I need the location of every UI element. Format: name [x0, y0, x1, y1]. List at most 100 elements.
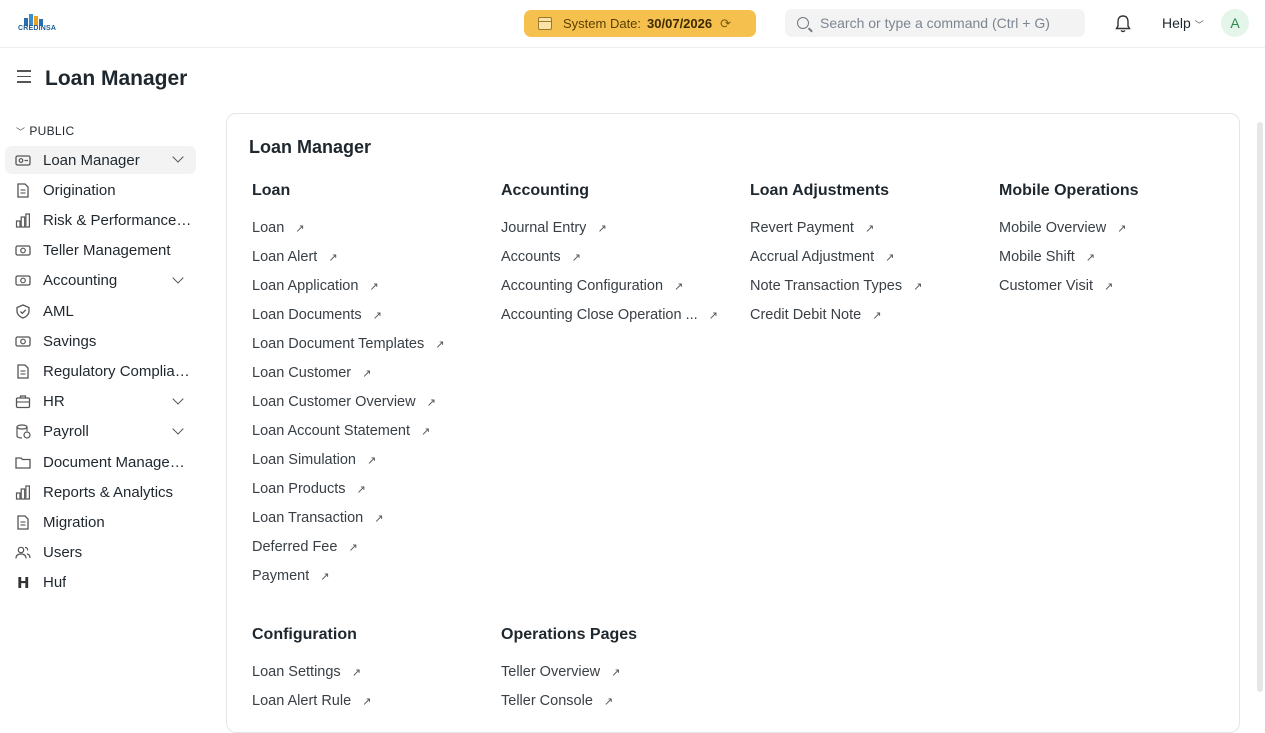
chevron-down-icon[interactable]	[172, 272, 184, 284]
sidebar-item-loan-manager[interactable]: Loan Manager	[5, 146, 196, 174]
sidebar-item-reports-analytics[interactable]: Reports & Analytics	[5, 478, 196, 506]
app-logo[interactable]: CREDINSA	[18, 12, 58, 34]
sidebar-section-header[interactable]: ﹀ PUBLIC	[16, 124, 74, 138]
sidebar-item-migration[interactable]: Migration	[5, 508, 196, 536]
section-title: Loan Adjustments	[750, 182, 889, 199]
sidebar-item-users[interactable]: Users	[5, 539, 196, 567]
shortcut-link[interactable]: Loan Customer ↗	[252, 365, 482, 394]
help-dropdown[interactable]: Help ﹀	[1162, 15, 1204, 31]
shortcut-link-label: Journal Entry	[501, 220, 587, 236]
avatar[interactable]: A	[1221, 9, 1249, 37]
shortcut-link[interactable]: Loan Application ↗	[252, 278, 482, 307]
shortcut-link[interactable]: Mobile Overview ↗	[999, 220, 1229, 249]
shortcut-link[interactable]: Loan Transaction ↗	[252, 510, 482, 539]
shortcut-link[interactable]: Loan Documents ↗	[252, 307, 482, 336]
refresh-icon[interactable]: ⟳	[720, 16, 731, 32]
shortcut-link[interactable]: Loan ↗	[252, 220, 482, 249]
scrollbar[interactable]	[1257, 122, 1263, 692]
shortcut-link[interactable]: Teller Overview ↗	[501, 664, 731, 693]
sidebar-item-label: AML	[43, 302, 74, 320]
shortcut-link[interactable]: Teller Console ↗	[501, 693, 731, 722]
menu-icon[interactable]	[17, 70, 33, 84]
shortcut-link[interactable]: Journal Entry ↗	[501, 220, 731, 249]
sidebar-item-document-managem[interactable]: Document Managem...	[5, 448, 196, 476]
sidebar-item-aml[interactable]: AML	[5, 297, 196, 325]
sidebar-item-huf[interactable]: H Huf	[5, 569, 196, 597]
document-icon	[15, 364, 31, 379]
chevron-down-icon[interactable]	[172, 392, 184, 405]
shortcut-link[interactable]: Customer Visit ↗	[999, 278, 1229, 307]
shortcut-link[interactable]: Loan Simulation ↗	[252, 452, 482, 481]
arrow-up-right-icon: ↗	[421, 426, 431, 438]
arrow-up-right-icon: ↗	[435, 339, 445, 351]
bar-chart-icon	[15, 213, 31, 228]
document-icon	[15, 183, 31, 198]
logo-graphic-icon	[24, 14, 43, 26]
shortcut-link[interactable]: Note Transaction Types ↗	[750, 278, 980, 307]
folder-icon	[15, 455, 31, 470]
sidebar-item-label: Loan Manager	[43, 151, 140, 169]
sidebar-item-regulatory-complian[interactable]: Regulatory Complian...	[5, 357, 196, 385]
document-icon	[15, 515, 31, 530]
arrow-up-right-icon: ↗	[597, 223, 607, 235]
sidebar-item-label: Payroll	[43, 423, 89, 441]
shortcut-link[interactable]: Credit Debit Note ↗	[750, 307, 980, 336]
sidebar-item-label: Accounting	[43, 272, 118, 290]
section-loan: Loan Loan ↗ Loan Alert ↗ Loan Application ↗ Loa…	[252, 182, 482, 597]
shortcut-link[interactable]: Accounts ↗	[501, 249, 731, 278]
page-header: Loan Manager	[0, 48, 1265, 108]
search-input[interactable]: Search or type a command (Ctrl + G)	[785, 9, 1085, 37]
sidebar-item-origination[interactable]: Origination	[5, 176, 196, 204]
shortcut-link[interactable]: Loan Alert Rule ↗	[252, 693, 482, 722]
shortcut-link[interactable]: Accrual Adjustment ↗	[750, 249, 980, 278]
money-icon	[15, 334, 31, 349]
sidebar-item-accounting[interactable]: Accounting	[5, 267, 196, 295]
shortcut-link-label: Accounting Configuration	[501, 278, 664, 294]
shortcut-link-label: Accrual Adjustment	[750, 249, 875, 265]
chevron-down-icon[interactable]	[172, 423, 184, 435]
sidebar-item-savings[interactable]: Savings	[5, 327, 196, 355]
shortcut-link[interactable]: Loan Customer Overview ↗	[252, 394, 482, 423]
shortcut-link[interactable]: Loan Account Statement ↗	[252, 423, 482, 452]
arrow-up-right-icon: ↗	[328, 252, 338, 264]
shortcut-link[interactable]: Mobile Shift ↗	[999, 249, 1229, 278]
logo-text: CREDINSA	[18, 25, 57, 32]
sidebar-section-label: PUBLIC	[29, 124, 75, 138]
chevron-down-icon[interactable]	[172, 151, 184, 163]
arrow-up-right-icon: ↗	[603, 696, 614, 708]
sidebar-item-label: HR	[43, 393, 65, 411]
sidebar-item-hr[interactable]: HR	[5, 388, 196, 416]
letter-h-icon: H	[15, 574, 31, 592]
shortcut-link[interactable]: Loan Document Templates ↗	[252, 336, 482, 365]
page-title: Loan Manager	[45, 67, 188, 90]
arrow-up-right-icon: ↗	[348, 542, 358, 554]
bell-icon[interactable]	[1114, 14, 1132, 34]
arrow-up-right-icon: ↗	[351, 667, 361, 679]
sidebar-item-label: Migration	[43, 513, 105, 531]
money-icon	[15, 243, 31, 258]
shortcut-link-label: Teller Overview	[501, 664, 601, 680]
arrow-up-right-icon: ↗	[1104, 281, 1114, 293]
shortcut-link[interactable]: Payment ↗	[252, 568, 482, 597]
system-date-badge[interactable]: System Date: 30/07/2026 ⟳	[524, 10, 756, 37]
search-icon	[797, 17, 809, 29]
arrow-up-right-icon: ↗	[362, 368, 372, 380]
sidebar-item-teller-management[interactable]: Teller Management	[5, 237, 196, 265]
system-date-value: 30/07/2026	[647, 16, 713, 31]
shortcut-link[interactable]: Deferred Fee ↗	[252, 539, 482, 568]
shortcut-link[interactable]: Loan Alert ↗	[252, 249, 482, 278]
money-icon	[15, 273, 31, 288]
shortcut-link[interactable]: Loan Settings ↗	[252, 664, 482, 693]
shortcut-link-label: Deferred Fee	[252, 539, 338, 555]
arrow-up-right-icon: ↗	[367, 455, 377, 467]
shortcut-link-label: Loan Settings	[252, 664, 341, 680]
shortcut-link[interactable]: Accounting Close Operation ... ↗	[501, 307, 731, 336]
shortcut-link[interactable]: Accounting Configuration ↗	[501, 278, 731, 307]
sidebar-item-label: Origination	[43, 181, 116, 199]
shortcut-link-label: Credit Debit Note	[750, 307, 862, 323]
shortcut-link[interactable]: Loan Products ↗	[252, 481, 482, 510]
sidebar-item-risk-performance[interactable]: Risk & Performance ...	[5, 206, 196, 234]
sidebar-item-payroll[interactable]: Payroll	[5, 418, 196, 446]
bar-chart-icon	[15, 485, 31, 500]
shortcut-link[interactable]: Revert Payment ↗	[750, 220, 980, 249]
